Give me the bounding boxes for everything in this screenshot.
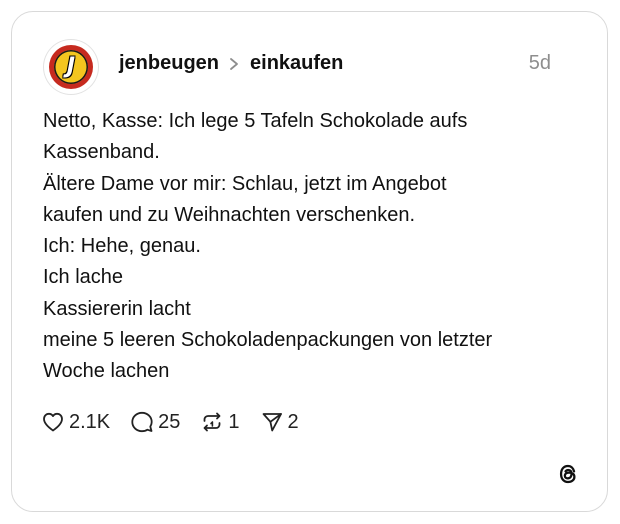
post-line: Kassiererin lacht [43, 297, 191, 320]
post-line: kaufen und zu Weihnachten verschenken. [43, 203, 416, 226]
send-icon [262, 413, 282, 432]
share-count: 2 [287, 410, 299, 433]
post-line: Woche lachen [43, 360, 170, 383]
threads-logo-icon [559, 464, 576, 484]
speech-bubble-icon [131, 411, 153, 433]
community-link[interactable]: einkaufen [250, 52, 343, 75]
post-timestamp[interactable]: 5d [529, 52, 551, 75]
avatar[interactable]: J [44, 40, 98, 94]
post-line: meine 5 leeren Schokoladenpackungen von … [43, 329, 493, 352]
post-line: Ich: Hehe, genau. [43, 235, 201, 258]
repost-button[interactable]: 1 [200, 410, 240, 434]
post-card: J jenbeugen einkaufen 5d Netto, Kasse: I… [11, 11, 608, 512]
post-line: Ich lache [43, 266, 124, 289]
username-link[interactable]: jenbeugen [119, 52, 219, 75]
post-body: Netto, Kasse: Ich lege 5 Tafeln Schokola… [43, 106, 583, 388]
post-line: Ältere Dame vor mir: Schlau, jetzt im An… [43, 172, 447, 195]
reply-button[interactable]: 25 [130, 410, 180, 434]
avatar-letter: J [66, 54, 76, 79]
chevron-right-icon [230, 57, 238, 70]
post-header: jenbeugen einkaufen [119, 52, 343, 75]
like-count: 2.1K [69, 410, 111, 433]
action-bar: 2.1K 25 1 2 [41, 410, 319, 434]
repost-count: 1 [228, 410, 240, 433]
like-button[interactable]: 2.1K [41, 410, 110, 434]
share-button[interactable]: 2 [260, 410, 299, 434]
heart-icon [43, 412, 63, 432]
post-line: Netto, Kasse: Ich lege 5 Tafeln Schokola… [43, 110, 468, 132]
post-line: Kassenband. [43, 141, 160, 164]
reply-count: 25 [158, 410, 181, 433]
repost-icon [204, 412, 221, 432]
